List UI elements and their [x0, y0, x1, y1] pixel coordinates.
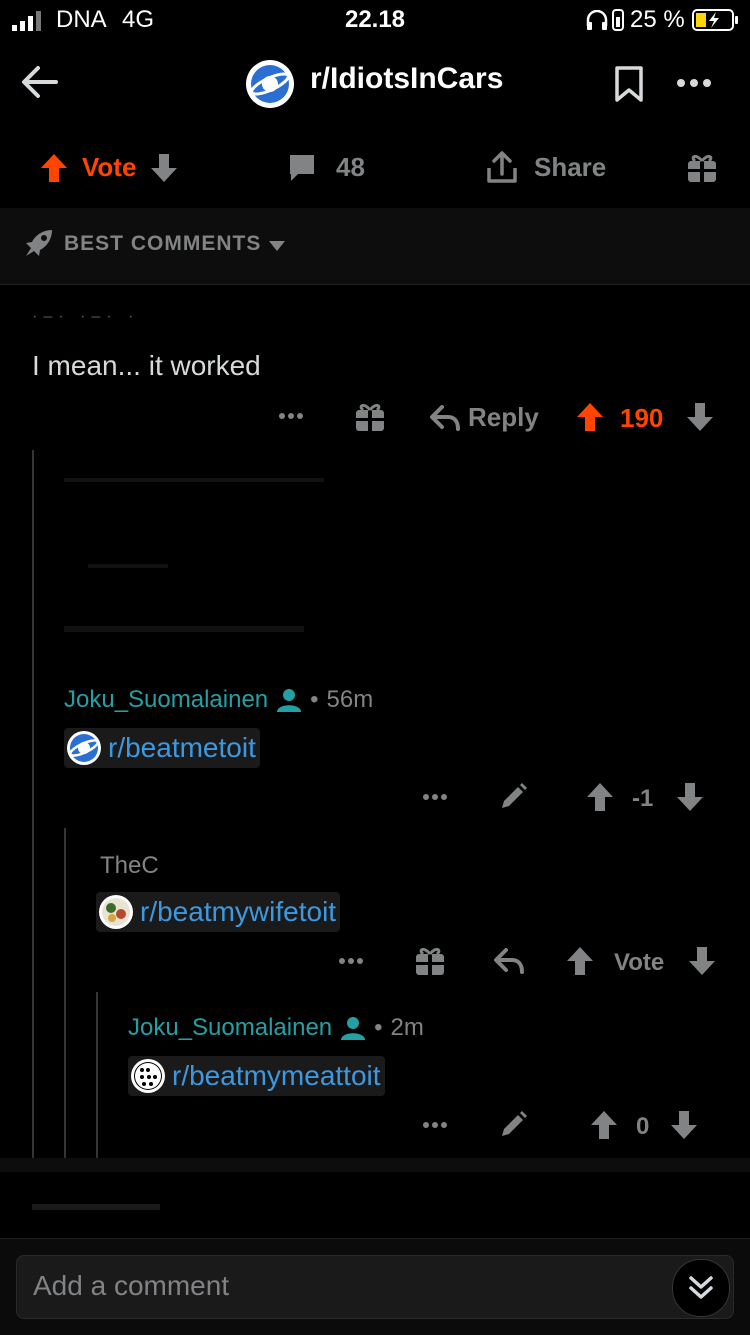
scroll-next-button[interactable]: [672, 1259, 730, 1317]
thread-line: [96, 992, 98, 1158]
upvote-arrow-icon[interactable]: [586, 782, 614, 812]
vote-control: Vote: [40, 152, 178, 183]
downvote-arrow-icon[interactable]: [676, 782, 704, 812]
comments-button[interactable]: 48: [288, 152, 365, 183]
op-person-icon: [276, 687, 302, 713]
op-person-icon: [340, 1015, 366, 1041]
comment-score: -1: [632, 785, 654, 812]
comment-author-faded: TheC: [100, 852, 159, 874]
status-bar: DNA 4G 22.18 25 %: [0, 0, 750, 40]
battery-percent: 25 %: [630, 6, 685, 33]
meta-separator: •: [310, 686, 319, 713]
subreddit-link[interactable]: r/beatmetoit: [64, 728, 260, 768]
subreddit-avatar: [98, 894, 134, 930]
meta-separator: •: [374, 1014, 383, 1041]
share-label: Share: [534, 151, 607, 182]
downvote-arrow-icon[interactable]: [150, 153, 178, 183]
upvote-arrow-icon[interactable]: [590, 1110, 618, 1140]
faded-comment-text: [64, 478, 324, 482]
edit-pencil-icon[interactable]: [498, 782, 528, 812]
award-gift-icon[interactable]: [354, 401, 386, 433]
faded-comment-text: [88, 564, 168, 568]
more-options-icon[interactable]: [676, 78, 712, 88]
subreddit-link-text: r/beatmetoit: [108, 732, 256, 763]
comment-age: 56m: [326, 686, 374, 713]
subreddit-link[interactable]: r/beatmywifetoit: [96, 892, 341, 932]
reply-arrow-icon[interactable]: [494, 948, 524, 974]
comment-author[interactable]: Joku_Suomalainen: [64, 686, 268, 714]
downvote-arrow-icon[interactable]: [688, 946, 716, 976]
subreddit-link-text: r/beatmywifetoit: [140, 896, 337, 927]
rocket-icon: [24, 228, 54, 258]
faded-comment-text: [32, 1204, 160, 1210]
comment-score: 0: [636, 1113, 650, 1140]
lock-rotation-icon: [612, 9, 624, 31]
chevron-down-icon: [268, 240, 286, 252]
sort-label: BEST COMMENTS: [64, 232, 262, 255]
more-options-icon[interactable]: [422, 793, 448, 801]
comment-header: Joku_Suomalainen • 56m: [64, 686, 373, 714]
downvote-arrow-icon[interactable]: [670, 1110, 698, 1140]
reply-arrow-icon: [430, 404, 460, 431]
faded-comment-text: [64, 626, 304, 632]
comment-age: 2m: [390, 1014, 424, 1041]
upvote-arrow-icon[interactable]: [40, 153, 68, 183]
add-comment-bar: Add a comment: [0, 1238, 750, 1335]
share-icon: [486, 150, 518, 184]
subreddit-link[interactable]: r/beatmymeattoit: [128, 1056, 385, 1096]
vote-label: Vote: [82, 152, 137, 182]
subreddit-avatar: [130, 1058, 166, 1094]
edit-pencil-icon[interactable]: [498, 1110, 528, 1140]
add-comment-input[interactable]: Add a comment: [16, 1255, 734, 1319]
comment-bubble-icon: [288, 153, 316, 183]
subreddit-avatar[interactable]: [246, 60, 294, 108]
subreddit-link-text: r/beatmymeattoit: [172, 1060, 381, 1091]
upvote-arrow-icon[interactable]: [576, 402, 604, 432]
comment-author-faded: ·–· ·–· ·: [32, 308, 140, 325]
comment-author[interactable]: Joku_Suomalainen: [128, 1014, 332, 1042]
downvote-arrow-icon[interactable]: [686, 402, 714, 432]
more-options-icon[interactable]: [338, 957, 364, 965]
award-gift-icon[interactable]: [414, 945, 446, 977]
vote-label: Vote: [614, 949, 665, 976]
double-chevron-down-icon: [688, 1275, 714, 1301]
award-gift-icon[interactable]: [686, 152, 718, 184]
share-button[interactable]: Share: [486, 150, 606, 184]
more-options-icon[interactable]: [422, 1121, 448, 1129]
comment-sort-bar[interactable]: BEST COMMENTS: [0, 208, 750, 285]
comment-score: 190: [620, 403, 664, 433]
subreddit-title[interactable]: r/IdiotsInCars: [310, 62, 503, 96]
comment-divider: [0, 1158, 750, 1172]
comment-body: I mean... it worked: [32, 350, 261, 381]
reply-label: Reply: [468, 402, 539, 432]
headphones-icon: [586, 10, 608, 30]
bookmark-icon[interactable]: [614, 66, 644, 102]
back-icon[interactable]: [20, 64, 60, 100]
thread-line: [32, 450, 34, 1158]
nav-bar: r/IdiotsInCars: [0, 48, 750, 120]
comment-header: Joku_Suomalainen • 2m: [128, 1014, 424, 1042]
subreddit-avatar: [66, 730, 102, 766]
battery-icon: [692, 9, 740, 31]
upvote-arrow-icon[interactable]: [566, 946, 594, 976]
thread-line: [64, 828, 66, 1158]
post-action-bar: Vote 48 Share: [0, 130, 750, 206]
more-options-icon[interactable]: [278, 412, 304, 420]
add-comment-placeholder: Add a comment: [33, 1270, 230, 1301]
comments-count: 48: [336, 152, 365, 182]
reply-button[interactable]: Reply: [430, 402, 539, 433]
